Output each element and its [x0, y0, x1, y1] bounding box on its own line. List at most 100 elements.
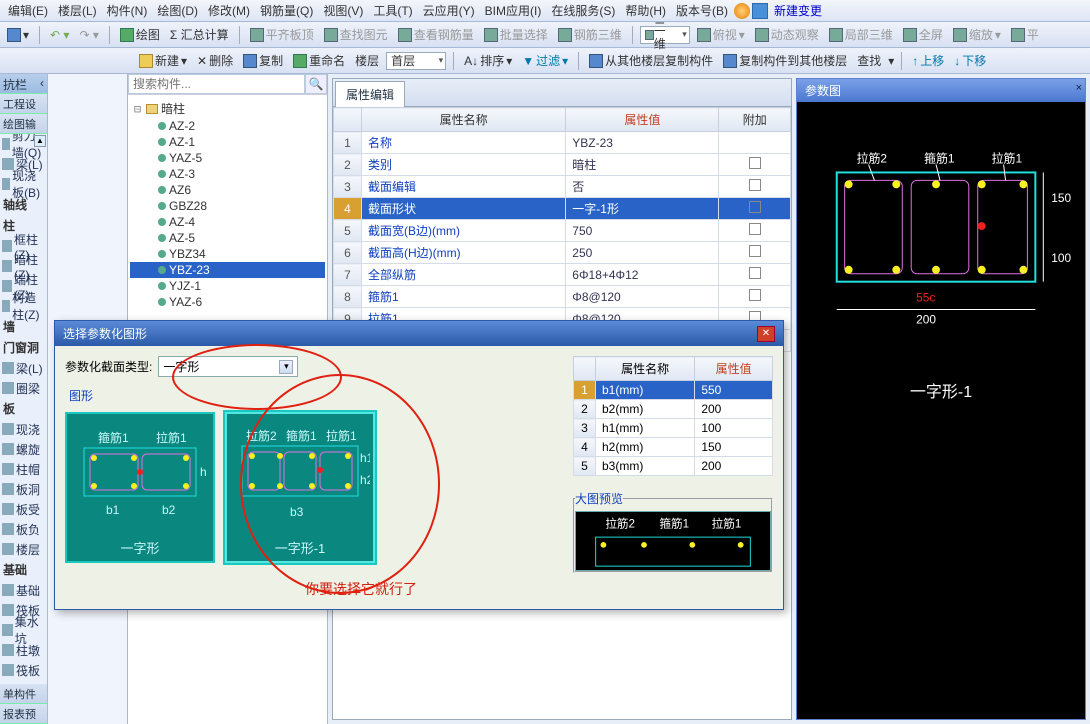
- delete-button[interactable]: ✕ 删除: [194, 51, 236, 70]
- menu-online[interactable]: 在线服务(S): [547, 0, 619, 21]
- modal-row[interactable]: 1b1(mm)550: [574, 381, 773, 400]
- find-element[interactable]: 查找图元: [321, 25, 391, 44]
- tree-item[interactable]: AZ6: [130, 182, 325, 198]
- close-icon[interactable]: ✕: [757, 326, 775, 342]
- nav-group-opening[interactable]: 门窗洞: [0, 337, 47, 358]
- level-board[interactable]: 平齐板顶: [247, 25, 317, 44]
- panel-report[interactable]: 报表预: [0, 704, 47, 724]
- shape-card-2[interactable]: 拉筋2 箍筋1 拉筋1 b3 h1 h2 一字形-1: [225, 412, 375, 563]
- tree-item[interactable]: AZ-3: [130, 166, 325, 182]
- undo-button[interactable]: ↶ ▾: [47, 27, 72, 43]
- copy-button[interactable]: 复制: [240, 51, 286, 70]
- nav-ringbeam[interactable]: 圈梁: [0, 378, 47, 398]
- tree-item[interactable]: AZ-4: [130, 214, 325, 230]
- nav-b3[interactable]: 板洞: [0, 479, 47, 499]
- nav-b6[interactable]: 楼层: [0, 539, 47, 559]
- filter-button[interactable]: ▼ 过滤▾: [519, 51, 571, 70]
- nav-b1[interactable]: 螺旋: [0, 439, 47, 459]
- tree-item[interactable]: GBZ28: [130, 198, 325, 214]
- checkbox[interactable]: [749, 245, 761, 257]
- shape-card-1[interactable]: 箍筋1 拉筋1 b1 b2 h 一字形: [65, 412, 215, 563]
- panel-single[interactable]: 单构件料: [0, 684, 47, 704]
- nav-constcol[interactable]: 构造柱(Z): [0, 296, 47, 316]
- checkbox[interactable]: [749, 201, 761, 213]
- move-down[interactable]: ↓ 下移: [951, 51, 989, 70]
- property-row[interactable]: 6截面高(H边)(mm)250: [334, 242, 791, 264]
- checkbox[interactable]: [749, 179, 761, 191]
- sort-button[interactable]: A↓ 排序▾: [461, 51, 515, 70]
- modal-row[interactable]: 5b3(mm)200: [574, 457, 773, 476]
- modal-row[interactable]: 3h1(mm)100: [574, 419, 773, 438]
- type-dropdown[interactable]: 一字形▾: [158, 356, 298, 377]
- copy-from-floor[interactable]: 从其他楼层复制构件: [586, 51, 716, 70]
- draw-button[interactable]: 绘图: [117, 25, 163, 44]
- fullscreen[interactable]: 全屏: [900, 25, 946, 44]
- local-3d[interactable]: 局部三维: [826, 25, 896, 44]
- tree-item[interactable]: AZ-5: [130, 230, 325, 246]
- menu-floor[interactable]: 楼层(L): [54, 0, 101, 21]
- menu-view[interactable]: 视图(V): [319, 0, 367, 21]
- copy-to-floor[interactable]: 复制构件到其他楼层: [720, 51, 850, 70]
- search-button[interactable]: 🔍: [305, 74, 327, 94]
- modal-row[interactable]: 2b2(mm)200: [574, 400, 773, 419]
- menu-modify[interactable]: 修改(M): [204, 0, 254, 21]
- modal-row[interactable]: 4h2(mm)150: [574, 438, 773, 457]
- pan[interactable]: 平: [1008, 25, 1042, 44]
- nav-f3[interactable]: 柱墩: [0, 640, 47, 660]
- tree-item[interactable]: AZ-2: [130, 118, 325, 134]
- menu-bim[interactable]: BIM应用(I): [481, 0, 546, 21]
- panel-pin-icon[interactable]: ×: [1076, 82, 1082, 94]
- checkbox[interactable]: [749, 157, 761, 169]
- property-row[interactable]: 3截面编辑否: [334, 176, 791, 198]
- tab-property[interactable]: 属性编辑: [335, 81, 405, 107]
- helmet-icon[interactable]: [734, 3, 750, 19]
- tree-root[interactable]: ⊟暗柱: [130, 99, 325, 118]
- nav-group-board[interactable]: 板: [0, 398, 47, 419]
- menu-cloud[interactable]: 云应用(Y): [419, 0, 479, 21]
- rename-button[interactable]: 重命名: [290, 51, 348, 70]
- tree-item[interactable]: YBZ-23: [130, 262, 325, 278]
- nav-group-base[interactable]: 基础: [0, 559, 47, 580]
- tree-item[interactable]: YAZ-6: [130, 294, 325, 310]
- panel-project[interactable]: 工程设置: [0, 94, 47, 114]
- new-change-button[interactable]: 新建变更: [770, 0, 826, 21]
- property-row[interactable]: 4截面形状一字-1形: [334, 198, 791, 220]
- property-row[interactable]: 1名称YBZ-23: [334, 132, 791, 154]
- menu-component[interactable]: 构件(N): [103, 0, 152, 21]
- checkbox[interactable]: [749, 223, 761, 235]
- tree-item[interactable]: AZ-1: [130, 134, 325, 150]
- new-button[interactable]: 新建▾: [136, 51, 190, 70]
- scroll-up-icon[interactable]: ▲: [34, 135, 46, 147]
- property-row[interactable]: 8箍筋1Φ8@120: [334, 286, 791, 308]
- dynamic-view[interactable]: 动态观察: [752, 25, 822, 44]
- panel-draw[interactable]: 绘图输入: [0, 114, 47, 134]
- tree-item[interactable]: YJZ-1: [130, 278, 325, 294]
- nav-slab[interactable]: 现浇板(B): [0, 174, 47, 194]
- nav-f5[interactable]: 独立: [0, 680, 47, 684]
- menu-edit[interactable]: 编辑(E): [4, 0, 52, 21]
- change-icon[interactable]: [752, 3, 768, 19]
- search-input[interactable]: [128, 74, 305, 94]
- nav-b0[interactable]: 现浇: [0, 419, 47, 439]
- top-view[interactable]: 俯视▾: [694, 25, 748, 44]
- move-up[interactable]: ↑ 上移: [909, 51, 947, 70]
- menu-tool[interactable]: 工具(T): [369, 0, 416, 21]
- save-button[interactable]: ▾: [4, 27, 32, 43]
- find-button[interactable]: 查找: [854, 51, 884, 70]
- batch-select[interactable]: 批量选择: [481, 25, 551, 44]
- sum-button[interactable]: Σ 汇总计算: [167, 25, 232, 44]
- nav-f0[interactable]: 基础: [0, 580, 47, 600]
- property-row[interactable]: 5截面宽(B边)(mm)750: [334, 220, 791, 242]
- nav-f2[interactable]: 集水坑: [0, 620, 47, 640]
- nav-beam2[interactable]: 梁(L): [0, 358, 47, 378]
- zoom[interactable]: 缩放▾: [950, 25, 1004, 44]
- menu-version[interactable]: 版本号(B): [672, 0, 732, 21]
- tree-item[interactable]: YBZ34: [130, 246, 325, 262]
- menu-draw[interactable]: 绘图(D): [153, 0, 202, 21]
- view-mode-dropdown[interactable]: 二维: [640, 26, 690, 44]
- nav-b2[interactable]: 柱帽: [0, 459, 47, 479]
- nav-f4[interactable]: 筏板: [0, 660, 47, 680]
- view-rebar[interactable]: 查看钢筋量: [395, 25, 477, 44]
- tree-item[interactable]: YAZ-5: [130, 150, 325, 166]
- rebar-3d[interactable]: 钢筋三维: [555, 25, 625, 44]
